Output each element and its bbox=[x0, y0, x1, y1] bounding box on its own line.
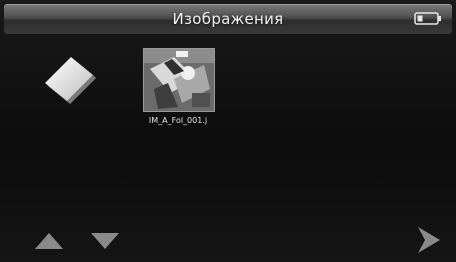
screen-title: Изображения bbox=[172, 10, 284, 28]
arrow-down-icon[interactable] bbox=[90, 232, 120, 250]
folder-up-icon[interactable] bbox=[40, 54, 102, 110]
file-item[interactable]: IM_A_Fol_001.j bbox=[130, 44, 226, 130]
title-bar: Изображения bbox=[4, 4, 452, 34]
image-browser-screen: Изображения IM_A_Fol_001.j bbox=[0, 0, 456, 262]
battery-icon bbox=[414, 12, 442, 25]
file-name: IM_A_Fol_001.j bbox=[148, 116, 208, 125]
arrow-up-icon[interactable] bbox=[34, 232, 64, 250]
image-thumbnail bbox=[143, 48, 215, 112]
arrow-right-icon[interactable] bbox=[416, 226, 442, 254]
